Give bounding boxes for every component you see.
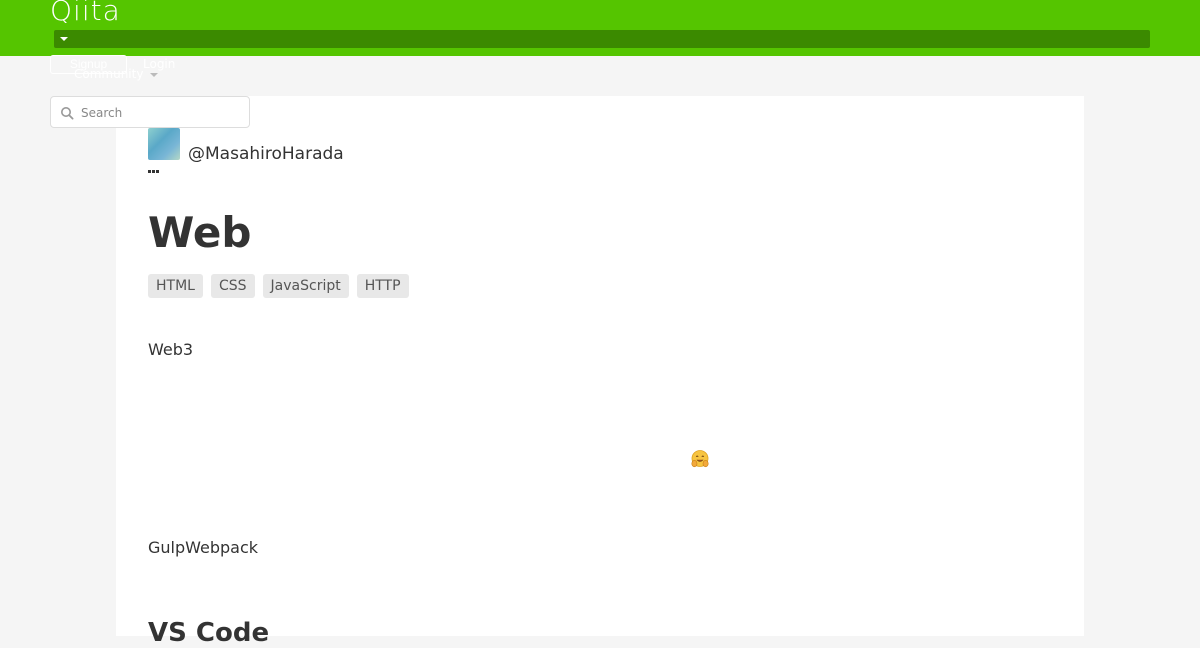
caret-down-icon[interactable]	[60, 37, 68, 41]
search-box[interactable]	[50, 96, 250, 128]
more-options-icon[interactable]	[148, 170, 164, 176]
tag-css[interactable]: CSS	[210, 274, 255, 298]
article-title: Web	[148, 208, 252, 257]
header-dropdown-bar[interactable]	[54, 30, 1150, 48]
global-header: Qiita	[0, 0, 1200, 56]
tag-javascript[interactable]: JavaScript	[262, 274, 349, 298]
qiita-logo[interactable]: Qiita	[50, 0, 121, 23]
section-heading: VS Code	[148, 618, 270, 648]
paragraph-gulp-webpack: GulpWebpack	[148, 538, 259, 557]
author-avatar[interactable]	[148, 128, 180, 160]
article-card	[116, 96, 1084, 636]
hugging-face-emoji-icon	[691, 450, 709, 468]
login-link[interactable]: Login	[143, 57, 175, 71]
chevron-down-icon[interactable]	[150, 73, 158, 77]
tag-http[interactable]: HTTP	[356, 274, 409, 298]
community-menu[interactable]: Community	[74, 67, 143, 81]
paragraph-web3: Web3	[148, 340, 194, 359]
tag-html[interactable]: HTML	[148, 274, 203, 298]
search-input[interactable]	[81, 102, 241, 124]
author-username[interactable]: @MasahiroHarada	[188, 143, 344, 165]
tag-list: HTML CSS JavaScript HTTP	[148, 274, 409, 298]
search-icon	[61, 107, 74, 120]
